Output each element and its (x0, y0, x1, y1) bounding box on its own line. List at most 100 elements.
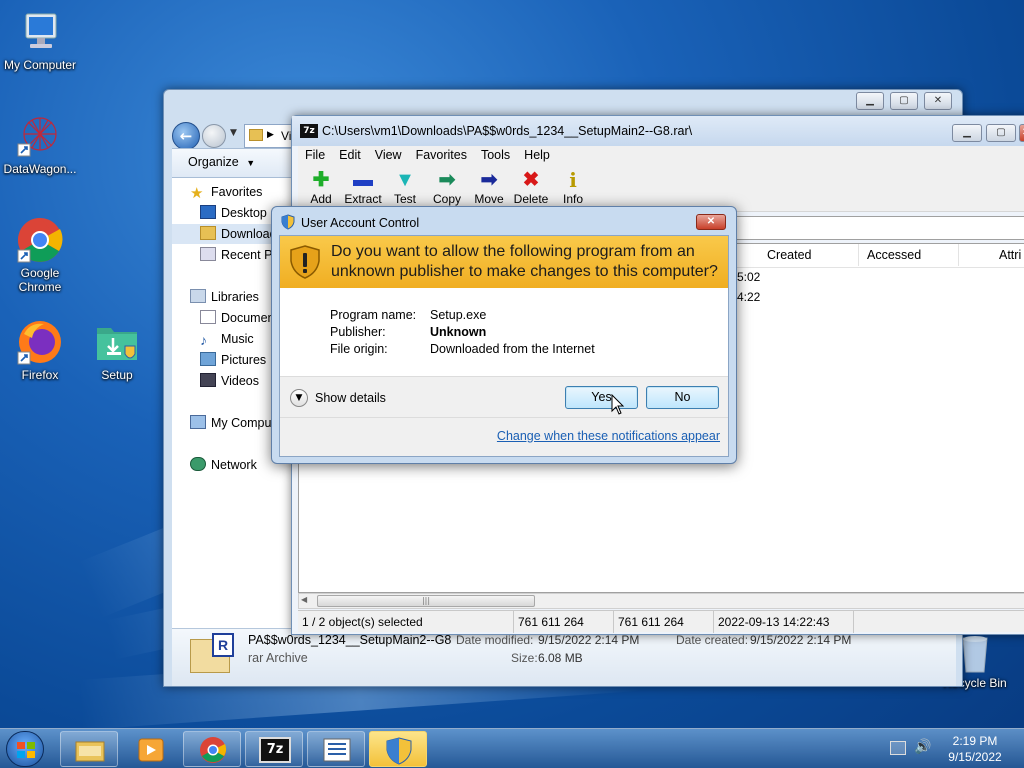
menu-file[interactable]: File (298, 146, 332, 164)
back-button[interactable]: ← (172, 122, 200, 150)
menu-edit[interactable]: Edit (332, 146, 368, 164)
uac-warning-banner: Do you want to allow the following progr… (280, 236, 728, 288)
tool-label: Copy (432, 192, 461, 206)
nav-label: Music (221, 332, 254, 346)
address-text: Vi (281, 129, 292, 143)
file-origin-value: Downloaded from the Internet (430, 342, 595, 356)
nav-pictures[interactable]: Pictures (200, 350, 266, 370)
desktop-icon (200, 205, 216, 219)
menu-favorites[interactable]: Favorites (409, 146, 474, 164)
explorer-maximize-button[interactable]: ▢ (890, 92, 918, 110)
column-accessed[interactable]: Accessed (859, 244, 959, 266)
nav-videos[interactable]: Videos (200, 371, 259, 391)
chevron-down-icon: ▼ (290, 389, 308, 407)
pictures-icon (200, 352, 216, 366)
recent-pages-chevron-icon[interactable]: ▼ (230, 128, 237, 138)
row-time: 5:02 (737, 270, 761, 284)
tool-label: Add (310, 192, 332, 206)
desktop-icon-my-computer[interactable]: My Computer (0, 8, 80, 72)
nav-label: Desktop (221, 206, 267, 220)
taskbar-uac[interactable] (369, 731, 427, 767)
music-icon: ♪ (200, 332, 207, 348)
taskbar-chrome[interactable] (183, 731, 241, 767)
uac-close-button[interactable]: ✕ (696, 214, 726, 230)
created-value: 9/15/2022 2:14 PM (750, 633, 852, 647)
uac-titlebar: User Account Control ✕ (272, 207, 736, 235)
taskbar: 7z 🔊 2:19 PM 9/15/2022 (0, 728, 1024, 768)
nav-label: Pictures (221, 353, 267, 367)
taskbar-media-player[interactable] (121, 731, 179, 767)
7zip-close-button[interactable]: ✕ (1019, 124, 1024, 142)
computer-icon (16, 8, 64, 56)
taskbar-explorer[interactable] (60, 731, 118, 767)
menu-view[interactable]: View (368, 146, 409, 164)
delete-button[interactable]: ✖ Delete (510, 168, 552, 206)
nav-music[interactable]: ♪ Music (200, 329, 254, 349)
nav-libraries[interactable]: Libraries (190, 287, 259, 307)
menu-help[interactable]: Help (517, 146, 557, 164)
organize-button[interactable]: Organize ▼ (188, 155, 255, 169)
menu-tools[interactable]: Tools (474, 146, 517, 164)
copy-button[interactable]: ➡ Copy (426, 168, 468, 206)
desktop-icon-firefox[interactable]: Firefox (0, 318, 80, 382)
uac-question: Do you want to allow the following progr… (331, 243, 718, 280)
windows-logo-icon (17, 742, 35, 758)
network-tray-icon[interactable] (890, 741, 906, 755)
uac-footer: ▼ Show details Yes No Change when these … (280, 376, 728, 456)
horizontal-scrollbar[interactable]: ◀ ||| (298, 593, 1024, 609)
copy-icon: ➡ (438, 169, 456, 191)
info-button[interactable]: i Info (552, 168, 594, 206)
move-button[interactable]: ➡ Move (468, 168, 510, 206)
no-button[interactable]: No (646, 386, 719, 409)
column-attributes[interactable]: Attri (959, 244, 1024, 266)
test-button[interactable]: ▼ Test (384, 168, 426, 206)
videos-icon (200, 373, 216, 387)
desktop-icon-datawagon[interactable]: DataWagon... (0, 112, 80, 176)
extract-button[interactable]: ▬ Extract (342, 168, 384, 206)
delete-icon: ✖ (522, 169, 540, 191)
status-size: 761 611 264 (514, 611, 614, 633)
desktop-icon-setup[interactable]: Setup (77, 318, 157, 382)
nav-favorites[interactable]: ★ Favorites (190, 182, 262, 202)
7zip-minimize-button[interactable]: ▁ (952, 124, 982, 142)
taskbar-clock[interactable]: 2:19 PM 9/15/2022 (940, 733, 1010, 765)
uac-dialog: User Account Control ✕ Do you want to al… (271, 206, 737, 464)
yes-button[interactable]: Yes (565, 386, 638, 409)
tool-label: Delete (513, 192, 549, 206)
created-label: Date created: (676, 633, 749, 647)
taskbar-list-app[interactable] (307, 731, 365, 767)
test-icon: ▼ (395, 169, 415, 191)
nav-network[interactable]: Network (190, 455, 257, 475)
explorer-minimize-button[interactable]: ▁ (856, 92, 884, 110)
scroll-left-icon[interactable]: ◀ (301, 595, 307, 604)
nav-label: Network (211, 458, 257, 472)
program-name-value: Setup.exe (430, 308, 487, 322)
list-app-icon (323, 738, 351, 762)
forward-button[interactable] (202, 124, 226, 148)
start-button[interactable] (6, 731, 44, 767)
nav-label: Favorites (211, 185, 263, 199)
breadcrumb-chevron-icon: ▶ (267, 130, 274, 140)
chevron-down-icon: ▼ (246, 158, 256, 168)
extract-icon: ▬ (353, 169, 373, 191)
taskbar-7zip[interactable]: 7z (245, 731, 303, 767)
7zip-maximize-button[interactable]: ▢ (986, 124, 1016, 142)
modified-label: Date modified: (456, 633, 534, 647)
documents-icon (200, 310, 216, 324)
add-button[interactable]: ✚ Add (300, 168, 342, 206)
nav-desktop[interactable]: Desktop (200, 203, 267, 223)
scrollbar-thumb[interactable]: ||| (317, 595, 535, 607)
7zip-title: C:\Users\vm1\Downloads\PA$$w0rds_1234__S… (322, 124, 693, 138)
column-created[interactable]: Created (759, 244, 859, 266)
tool-label: Extract (344, 192, 382, 206)
star-icon: ★ (190, 185, 204, 202)
desktop-icon-chrome[interactable]: Google Chrome (0, 216, 80, 294)
volume-tray-icon[interactable]: 🔊 (914, 739, 931, 755)
size-value: 6.08 MB (538, 651, 583, 665)
program-name-label: Program name: (330, 308, 417, 322)
recent-places-icon (200, 247, 216, 261)
change-notifications-link[interactable]: Change when these notifications appear (497, 429, 720, 443)
rar-file-icon: R (190, 633, 234, 673)
move-icon: ➡ (480, 169, 498, 191)
explorer-close-button[interactable]: ✕ (924, 92, 952, 110)
